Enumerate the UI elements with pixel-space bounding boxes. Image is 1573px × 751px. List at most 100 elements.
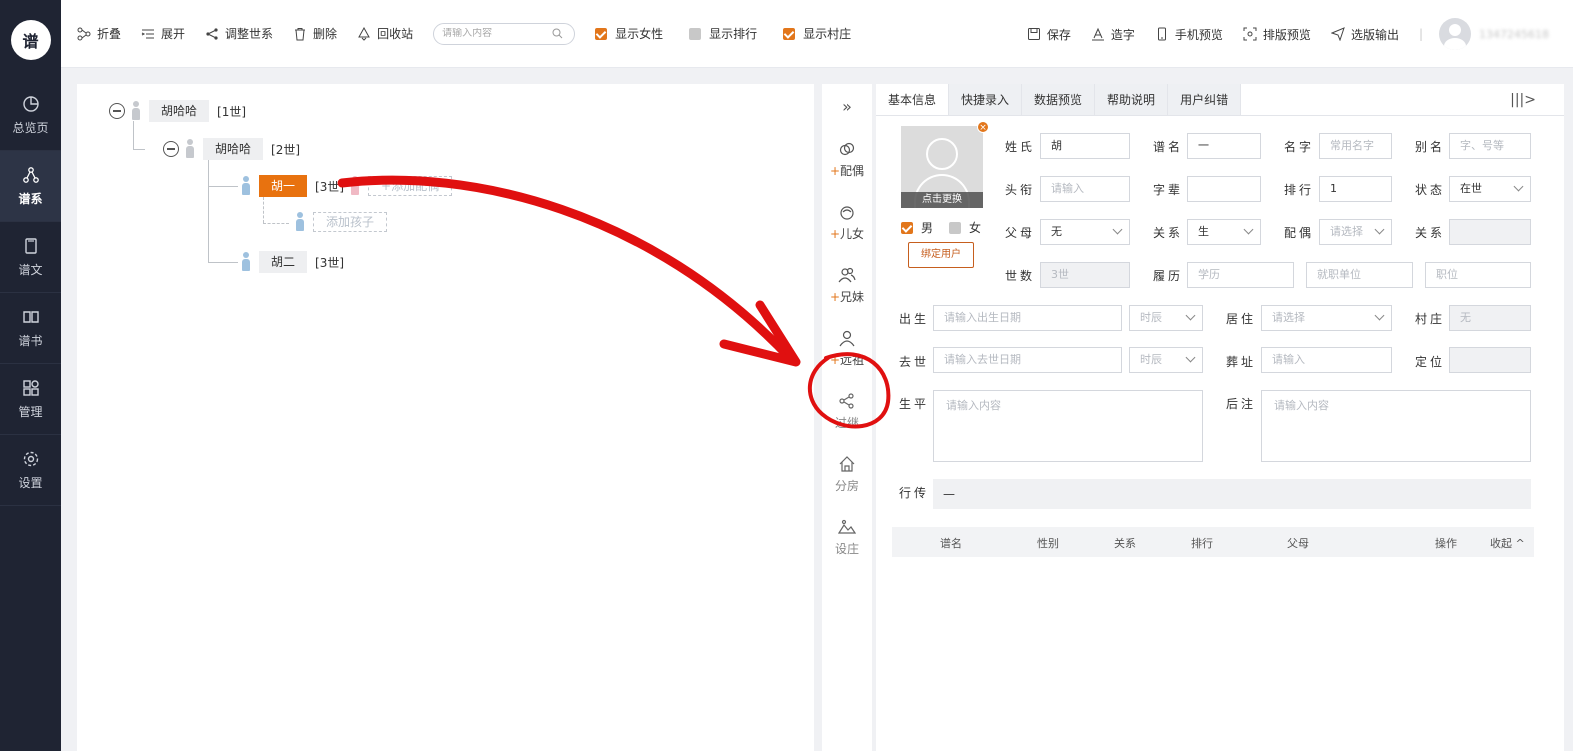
relation-actions-column: » +配偶 +儿女 +兄妹 +远祖 过继 分房 设庄 [822, 84, 872, 751]
death-time-select[interactable]: 时辰 [1129, 347, 1203, 373]
add-children-action[interactable]: +儿女 [822, 191, 872, 254]
fold-label: 折叠 [97, 27, 122, 41]
fold-button[interactable]: 折叠 [77, 25, 121, 42]
tree-node-name[interactable]: 胡一 [259, 175, 308, 197]
adoption-action[interactable]: 过继 [822, 380, 872, 443]
export-button[interactable]: 选版输出 [1330, 26, 1399, 43]
tab-data-preview[interactable]: 数据预览 [1022, 84, 1096, 115]
title-field[interactable]: 请输入 [1040, 176, 1130, 202]
change-photo-label[interactable]: 点击更换 [901, 192, 983, 208]
sidebar-item-book[interactable]: 谱书 [0, 293, 61, 364]
collapse-node-icon[interactable] [109, 103, 125, 119]
expand-button[interactable]: 展开 [141, 25, 185, 42]
status-select[interactable]: 在世 [1449, 176, 1531, 202]
tree-node-generation: [1世] [217, 104, 247, 119]
alias-field[interactable]: 字、号等 [1449, 133, 1531, 159]
profile-photo[interactable]: 点击更换 [901, 126, 983, 208]
add-siblings-action[interactable]: +兄妹 [822, 254, 872, 317]
male-checkbox[interactable] [901, 221, 913, 234]
mobile-preview-button[interactable]: 手机预览 [1155, 26, 1223, 43]
search-icon[interactable] [552, 28, 563, 39]
bind-user-button[interactable]: 绑定用户 [908, 242, 974, 268]
show-village-checkbox[interactable]: 显示村庄 [783, 25, 851, 42]
residence-select[interactable]: 请选择 [1261, 305, 1392, 331]
birth-time-select[interactable]: 时辰 [1129, 305, 1203, 331]
column-header: 谱名 [940, 537, 962, 550]
tree-node-gen1[interactable]: 胡哈哈 [1世] [109, 100, 246, 122]
surname-field[interactable]: 胡 [1040, 133, 1130, 159]
sidebar-item-label: 管理 [18, 404, 43, 419]
delete-button[interactable]: 删除 [293, 25, 337, 42]
adjust-generation-button[interactable]: 调整世系 [205, 25, 273, 42]
layout-preview-button[interactable]: 排版预览 [1243, 26, 1311, 43]
parents-select[interactable]: 无 [1040, 219, 1130, 245]
sidebar-item-overview[interactable]: 总览页 [0, 80, 61, 151]
spouse-placeholder: 请选择 [1330, 225, 1363, 238]
show-female-checkbox[interactable]: 显示女性 [595, 25, 663, 42]
tree-node-gen3-selected[interactable]: 胡一 [3世] +添加配偶 [241, 175, 453, 197]
tree-node-name[interactable]: 胡二 [259, 251, 308, 273]
biography-textarea[interactable]: 请输入内容 [933, 390, 1203, 462]
create-char-button[interactable]: 造字 [1091, 26, 1135, 43]
recycle-bin-button[interactable]: 回收站 [357, 25, 413, 42]
notes-textarea[interactable]: 请输入内容 [1261, 390, 1531, 462]
tree-node-name[interactable]: 胡哈哈 [149, 100, 210, 122]
add-ancestor-action[interactable]: +远祖 [822, 317, 872, 380]
tab-help[interactable]: 帮助说明 [1095, 84, 1169, 115]
tab-user-correction[interactable]: 用户纠错 [1168, 84, 1242, 115]
relation-select[interactable]: 生 [1187, 219, 1261, 245]
given-name-field[interactable]: 常用名字 [1319, 133, 1392, 159]
tab-basic-info[interactable]: 基本信息 [876, 84, 950, 115]
tree-node-add-child[interactable]: 添加孩子 [295, 212, 388, 232]
collapse-node-icon[interactable] [163, 141, 179, 157]
children-label: 儿女 [840, 227, 865, 241]
birth-date-field[interactable]: 请输入出生日期 [933, 305, 1122, 331]
locate-field[interactable] [1449, 347, 1531, 373]
chevron-down-icon [1374, 310, 1385, 321]
expand-panel-icon[interactable]: » [822, 84, 872, 128]
branch-house-action[interactable]: 分房 [822, 443, 872, 506]
tree-node-gen3[interactable]: 胡二 [3世] [241, 251, 344, 273]
show-rank-checkbox[interactable]: 显示排行 [689, 25, 757, 42]
death-date-field[interactable]: 请输入去世日期 [933, 347, 1122, 373]
person-male-icon [131, 101, 141, 121]
checkbox-checked[interactable] [595, 27, 608, 40]
tree-connector [208, 186, 238, 187]
checkbox-unchecked[interactable] [689, 27, 702, 40]
chevron-down-icon [1185, 310, 1196, 321]
employer-field[interactable]: 就职单位 [1306, 262, 1413, 288]
tree-node-name[interactable]: 胡哈哈 [203, 138, 264, 160]
sidebar-item-text[interactable]: 谱文 [0, 222, 61, 293]
rank-field[interactable]: 1 [1319, 176, 1392, 202]
search-box[interactable] [433, 22, 576, 45]
add-spouse-action[interactable]: +配偶 [822, 128, 872, 191]
hangchuan-field[interactable]: — [933, 479, 1531, 509]
tree-node-gen2[interactable]: 胡哈哈 [2世] [163, 138, 300, 160]
collapse-panel-icon[interactable]: |||> [1510, 92, 1536, 108]
pu-name-field[interactable]: 一 [1187, 133, 1261, 159]
education-field[interactable]: 学历 [1187, 262, 1294, 288]
spouse-select[interactable]: 请选择 [1319, 219, 1392, 245]
position-field[interactable]: 职位 [1425, 262, 1531, 288]
checkbox-checked[interactable] [783, 27, 796, 40]
chevron-down-icon [1185, 352, 1196, 363]
user-avatar[interactable] [1439, 18, 1471, 50]
add-child-button[interactable]: 添加孩子 [313, 212, 388, 232]
sidebar-item-label: 谱文 [18, 262, 43, 277]
set-village-action[interactable]: 设庄 [822, 506, 872, 569]
remove-photo-icon[interactable]: × [977, 121, 989, 133]
app-logo[interactable]: 谱 [0, 0, 61, 80]
burial-field[interactable]: 请输入 [1261, 347, 1392, 373]
sidebar-item-genealogy[interactable]: 谱系 [0, 151, 61, 222]
save-button[interactable]: 保存 [1027, 26, 1071, 43]
layout-preview-label: 排版预览 [1262, 27, 1311, 42]
collapse-table-button[interactable]: 收起 ^ [1490, 535, 1525, 551]
search-input[interactable] [442, 28, 553, 39]
sidebar-item-manage[interactable]: 管理 [0, 364, 61, 435]
tab-quick-entry[interactable]: 快捷录入 [949, 84, 1023, 115]
add-spouse-button[interactable]: +添加配偶 [368, 176, 453, 196]
female-checkbox[interactable] [949, 221, 962, 234]
username[interactable]: 1347245618 [1479, 28, 1549, 41]
zibei-field[interactable] [1187, 176, 1261, 202]
sidebar-item-settings[interactable]: 设置 [0, 435, 61, 506]
